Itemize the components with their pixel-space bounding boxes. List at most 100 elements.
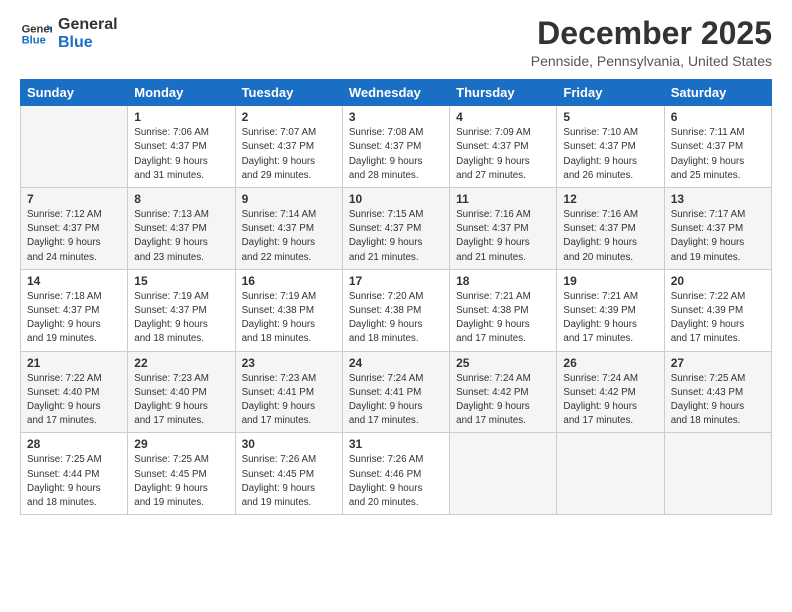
month-title: December 2025	[531, 16, 772, 51]
calendar-header-row: Sunday Monday Tuesday Wednesday Thursday…	[21, 80, 772, 106]
table-row: 15Sunrise: 7:19 AMSunset: 4:37 PMDayligh…	[128, 269, 235, 351]
table-row: 23 Sunrise: 7:23 AMSunset: 4:41 PMDayligh…	[235, 351, 342, 433]
calendar-week-row: 7 Sunrise: 7:12 AMSunset: 4:37 PMDaylight…	[21, 188, 772, 270]
table-row: 10 Sunrise: 7:15 AMSunset: 4:37 PMDayligh…	[342, 188, 449, 270]
day-info: Sunrise: 7:23 AMSunset: 4:41 PMDaylight:…	[242, 372, 336, 429]
table-row: 31 Sunrise: 7:26 AMSunset: 4:46 PMDayligh…	[342, 433, 449, 515]
table-row: 6 Sunrise: 7:11 AMSunset: 4:37 PMDaylight…	[664, 106, 771, 188]
day-number: 17	[349, 274, 443, 288]
table-row: 27 Sunrise: 7:25 AMSunset: 4:43 PMDayligh…	[664, 351, 771, 433]
day-number: 13	[671, 192, 765, 206]
day-number: 24	[349, 356, 443, 370]
table-row: 24Sunrise: 7:24 AMSunset: 4:41 PMDayligh…	[342, 351, 449, 433]
day-info: Sunrise: 7:25 AMSunset: 4:44 PMDaylight:…	[27, 453, 121, 510]
table-row	[664, 433, 771, 515]
day-info: Sunrise: 7:18 AMSunset: 4:37 PMDaylight:…	[27, 290, 121, 347]
table-row	[21, 106, 128, 188]
table-row	[450, 433, 557, 515]
col-sunday: Sunday	[21, 80, 128, 106]
day-info: Sunrise: 7:26 AMSunset: 4:46 PMDaylight:…	[349, 453, 443, 510]
day-info: Sunrise: 7:16 AMSunset: 4:37 PMDaylight:…	[456, 208, 550, 265]
day-info: Sunrise: 7:23 AMSunset: 4:40 PMDaylight:…	[134, 372, 228, 429]
day-info: Sunrise: 7:17 AMSunset: 4:37 PMDaylight:…	[671, 208, 765, 265]
day-info: Sunrise: 7:19 AMSunset: 4:38 PMDaylight:…	[242, 290, 336, 347]
day-number: 27	[671, 356, 765, 370]
col-friday: Friday	[557, 80, 664, 106]
page-header: General Blue General Blue December 2025 …	[20, 16, 772, 69]
day-number: 31	[349, 437, 443, 451]
day-info: Sunrise: 7:12 AMSunset: 4:37 PMDaylight:…	[27, 208, 121, 265]
table-row: 12 Sunrise: 7:16 AMSunset: 4:37 PMDayligh…	[557, 188, 664, 270]
col-monday: Monday	[128, 80, 235, 106]
table-row: 21Sunrise: 7:22 AMSunset: 4:40 PMDayligh…	[21, 351, 128, 433]
day-number: 20	[671, 274, 765, 288]
day-number: 16	[242, 274, 336, 288]
day-number: 22	[134, 356, 228, 370]
table-row: 11Sunrise: 7:16 AMSunset: 4:37 PMDayligh…	[450, 188, 557, 270]
day-number: 21	[27, 356, 121, 370]
table-row: 28 Sunrise: 7:25 AMSunset: 4:44 PMDayligh…	[21, 433, 128, 515]
table-row: 29Sunrise: 7:25 AMSunset: 4:45 PMDayligh…	[128, 433, 235, 515]
table-row: 1Sunrise: 7:06 AMSunset: 4:37 PMDaylight…	[128, 106, 235, 188]
day-number: 30	[242, 437, 336, 451]
table-row: 17 Sunrise: 7:20 AMSunset: 4:38 PMDayligh…	[342, 269, 449, 351]
day-number: 10	[349, 192, 443, 206]
table-row: 18 Sunrise: 7:21 AMSunset: 4:38 PMDayligh…	[450, 269, 557, 351]
day-info: Sunrise: 7:20 AMSunset: 4:38 PMDaylight:…	[349, 290, 443, 347]
day-info: Sunrise: 7:06 AMSunset: 4:37 PMDaylight:…	[134, 126, 228, 183]
col-wednesday: Wednesday	[342, 80, 449, 106]
calendar-week-row: 21Sunrise: 7:22 AMSunset: 4:40 PMDayligh…	[21, 351, 772, 433]
day-number: 6	[671, 110, 765, 124]
calendar-week-row: 1Sunrise: 7:06 AMSunset: 4:37 PMDaylight…	[21, 106, 772, 188]
day-number: 12	[563, 192, 657, 206]
day-number: 18	[456, 274, 550, 288]
day-info: Sunrise: 7:21 AMSunset: 4:38 PMDaylight:…	[456, 290, 550, 347]
day-number: 3	[349, 110, 443, 124]
day-info: Sunrise: 7:15 AMSunset: 4:37 PMDaylight:…	[349, 208, 443, 265]
table-row: 13 Sunrise: 7:17 AMSunset: 4:37 PMDayligh…	[664, 188, 771, 270]
table-row: 30Sunrise: 7:26 AMSunset: 4:45 PMDayligh…	[235, 433, 342, 515]
col-saturday: Saturday	[664, 80, 771, 106]
day-info: Sunrise: 7:11 AMSunset: 4:37 PMDaylight:…	[671, 126, 765, 183]
table-row: 9Sunrise: 7:14 AMSunset: 4:37 PMDaylight…	[235, 188, 342, 270]
table-row: 3 Sunrise: 7:08 AMSunset: 4:37 PMDaylight…	[342, 106, 449, 188]
calendar-page: General Blue General Blue December 2025 …	[0, 0, 792, 612]
day-info: Sunrise: 7:09 AMSunset: 4:37 PMDaylight:…	[456, 126, 550, 183]
day-info: Sunrise: 7:25 AMSunset: 4:43 PMDaylight:…	[671, 372, 765, 429]
table-row: 8Sunrise: 7:13 AMSunset: 4:37 PMDaylight…	[128, 188, 235, 270]
table-row: 25Sunrise: 7:24 AMSunset: 4:42 PMDayligh…	[450, 351, 557, 433]
day-number: 2	[242, 110, 336, 124]
day-info: Sunrise: 7:22 AMSunset: 4:39 PMDaylight:…	[671, 290, 765, 347]
day-info: Sunrise: 7:13 AMSunset: 4:37 PMDaylight:…	[134, 208, 228, 265]
day-info: Sunrise: 7:16 AMSunset: 4:37 PMDaylight:…	[563, 208, 657, 265]
logo-blue: Blue	[58, 34, 93, 51]
table-row: 7 Sunrise: 7:12 AMSunset: 4:37 PMDaylight…	[21, 188, 128, 270]
day-number: 4	[456, 110, 550, 124]
day-number: 26	[563, 356, 657, 370]
col-tuesday: Tuesday	[235, 80, 342, 106]
table-row: 26Sunrise: 7:24 AMSunset: 4:42 PMDayligh…	[557, 351, 664, 433]
location-subtitle: Pennside, Pennsylvania, United States	[531, 53, 772, 69]
col-thursday: Thursday	[450, 80, 557, 106]
logo-icon: General Blue	[20, 18, 52, 50]
table-row: 2 Sunrise: 7:07 AMSunset: 4:37 PMDaylight…	[235, 106, 342, 188]
title-area: December 2025 Pennside, Pennsylvania, Un…	[531, 16, 772, 69]
day-number: 14	[27, 274, 121, 288]
day-number: 19	[563, 274, 657, 288]
logo-general: General	[58, 16, 118, 33]
table-row: 14 Sunrise: 7:18 AMSunset: 4:37 PMDayligh…	[21, 269, 128, 351]
day-info: Sunrise: 7:07 AMSunset: 4:37 PMDaylight:…	[242, 126, 336, 183]
table-row: 4 Sunrise: 7:09 AMSunset: 4:37 PMDaylight…	[450, 106, 557, 188]
logo-text: General Blue	[58, 16, 118, 51]
day-info: Sunrise: 7:08 AMSunset: 4:37 PMDaylight:…	[349, 126, 443, 183]
day-info: Sunrise: 7:21 AMSunset: 4:39 PMDaylight:…	[563, 290, 657, 347]
day-number: 5	[563, 110, 657, 124]
day-number: 28	[27, 437, 121, 451]
day-number: 7	[27, 192, 121, 206]
table-row: 19 Sunrise: 7:21 AMSunset: 4:39 PMDayligh…	[557, 269, 664, 351]
day-number: 23	[242, 356, 336, 370]
table-row	[557, 433, 664, 515]
day-number: 15	[134, 274, 228, 288]
table-row: 22 Sunrise: 7:23 AMSunset: 4:40 PMDayligh…	[128, 351, 235, 433]
table-row: 16 Sunrise: 7:19 AMSunset: 4:38 PMDayligh…	[235, 269, 342, 351]
